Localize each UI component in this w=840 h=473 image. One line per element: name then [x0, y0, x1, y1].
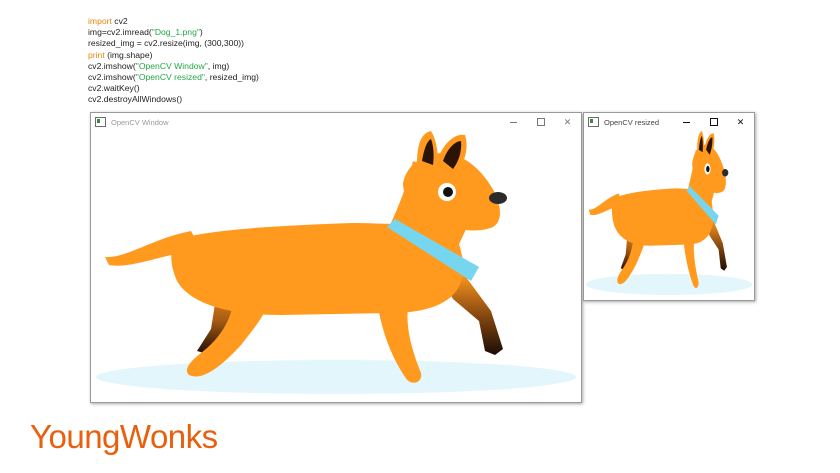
maximize-button[interactable]: [700, 113, 727, 131]
code-keyword: import: [88, 16, 112, 26]
ground-shadow: [585, 273, 753, 296]
code-line: cv2.destroyAllWindows(): [88, 94, 259, 105]
minimize-button[interactable]: [500, 113, 527, 131]
maximize-button[interactable]: [527, 113, 554, 131]
brand-logo: YoungWonks: [30, 418, 218, 455]
minimize-icon: [510, 121, 517, 123]
code-text: cv2.waitKey(): [88, 83, 140, 94]
code-line: cv2.waitKey(): [88, 83, 259, 94]
code-line: cv2.imshow("OpenCV Window", img): [88, 61, 259, 72]
dog-eye-pupil: [443, 187, 453, 197]
code-line: print (img.shape): [88, 50, 259, 61]
code-text: (img.shape): [104, 49, 153, 60]
code-text: , img): [207, 60, 230, 71]
close-icon: ✕: [563, 116, 572, 127]
app-icon: [588, 117, 599, 127]
code-line: cv2.imshow("OpenCV resized", resized_img…: [88, 72, 259, 83]
code-text: img=cv2.imread(: [88, 27, 152, 38]
app-icon: [95, 117, 106, 127]
opencv-resized-window[interactable]: OpenCV resized ✕: [583, 112, 755, 301]
maximize-icon: [709, 118, 718, 126]
close-button[interactable]: ✕: [554, 113, 581, 131]
code-snippet: import cv2 img=cv2.imread("Dog_1.png") res…: [88, 16, 259, 106]
resized-dog-image: [585, 131, 753, 296]
dog-eye-pupil: [706, 165, 710, 173]
code-text: cv2.destroyAllWindows(): [88, 94, 183, 105]
code-line: img=cv2.imread("Dog_1.png"): [88, 27, 259, 38]
window-title: OpenCV Window: [111, 117, 169, 127]
close-icon: ✕: [736, 116, 745, 127]
code-text: cv2.imshow(: [88, 60, 136, 71]
code-line: import cv2: [88, 16, 259, 27]
maximize-icon: [536, 118, 545, 126]
code-text: cv2: [111, 16, 128, 26]
opencv-window[interactable]: OpenCV Window ✕: [90, 112, 582, 403]
code-text: cv2.imshow(: [88, 71, 136, 82]
resized-image-canvas: [584, 131, 754, 300]
code-string: "OpenCV Window": [135, 60, 208, 71]
minimize-button[interactable]: [673, 113, 700, 131]
dog-nose: [722, 169, 729, 177]
image-canvas: [91, 131, 581, 402]
code-line: resized_img = cv2.resize(img, (300,300)): [88, 38, 259, 49]
code-string: "Dog_1.png": [151, 27, 200, 38]
ground-shadow: [96, 360, 576, 394]
dog-image: [96, 131, 576, 394]
code-string: "OpenCV resized": [135, 71, 205, 82]
code-keyword: print: [88, 49, 105, 60]
window-title: OpenCV resized: [604, 117, 660, 127]
code-text: resized_img = cv2.resize(img, (300,300)): [88, 38, 244, 49]
close-button[interactable]: ✕: [727, 113, 754, 131]
code-text: ): [199, 27, 203, 38]
code-text: , resized_img): [204, 71, 259, 82]
dog-nose: [489, 192, 507, 204]
minimize-icon: [683, 121, 690, 123]
